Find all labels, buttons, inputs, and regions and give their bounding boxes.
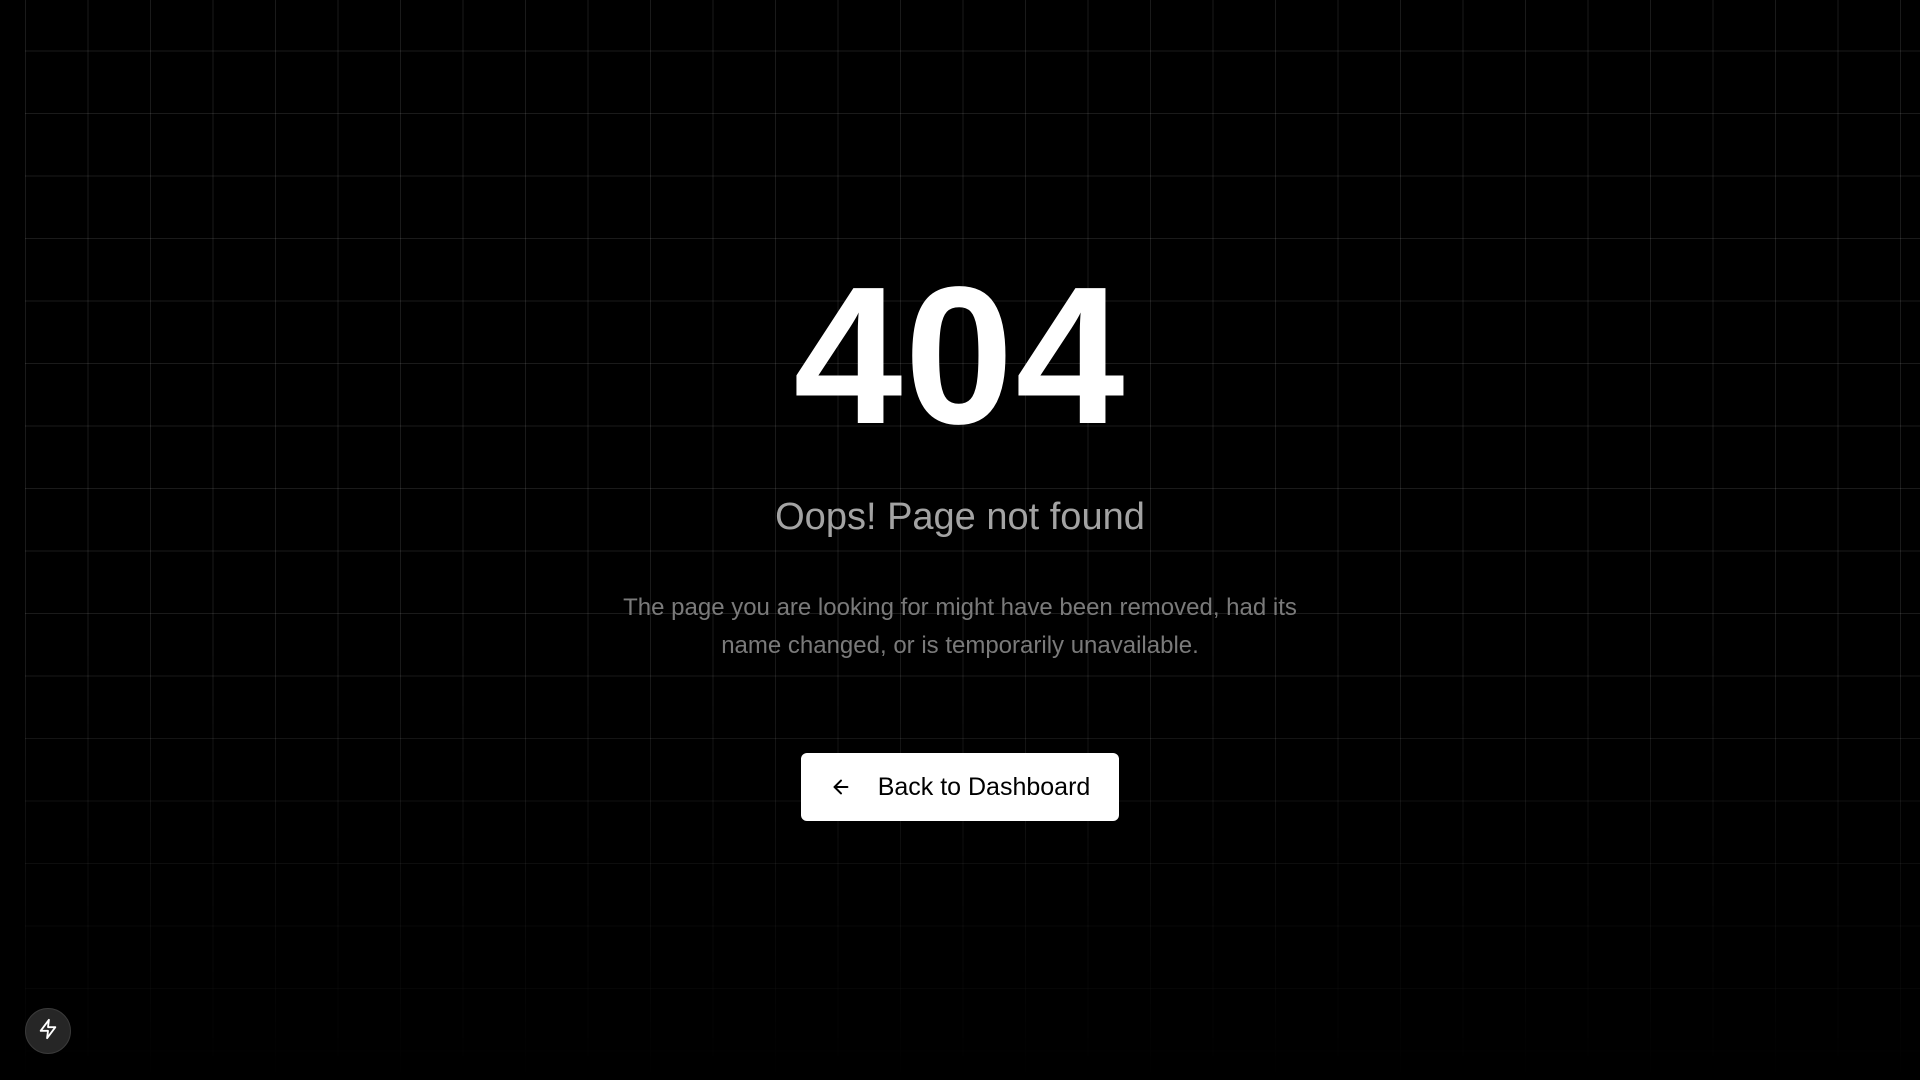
arrow-left-icon (830, 776, 852, 798)
back-to-dashboard-label: Back to Dashboard (877, 772, 1091, 801)
error-headline: Oops! Page not found (775, 496, 1145, 538)
error-code: 404 (793, 246, 1127, 465)
back-to-dashboard-button[interactable]: Back to Dashboard (801, 753, 1119, 821)
quick-action-button[interactable] (25, 1008, 71, 1054)
error-description: The page you are looking for might have … (623, 594, 1297, 659)
not-found-page: 404 Oops! Page not found The page you ar… (0, 0, 1920, 1080)
lightning-bolt-icon (37, 1018, 59, 1045)
error-content: 404 Oops! Page not found The page you ar… (0, 0, 1920, 1080)
